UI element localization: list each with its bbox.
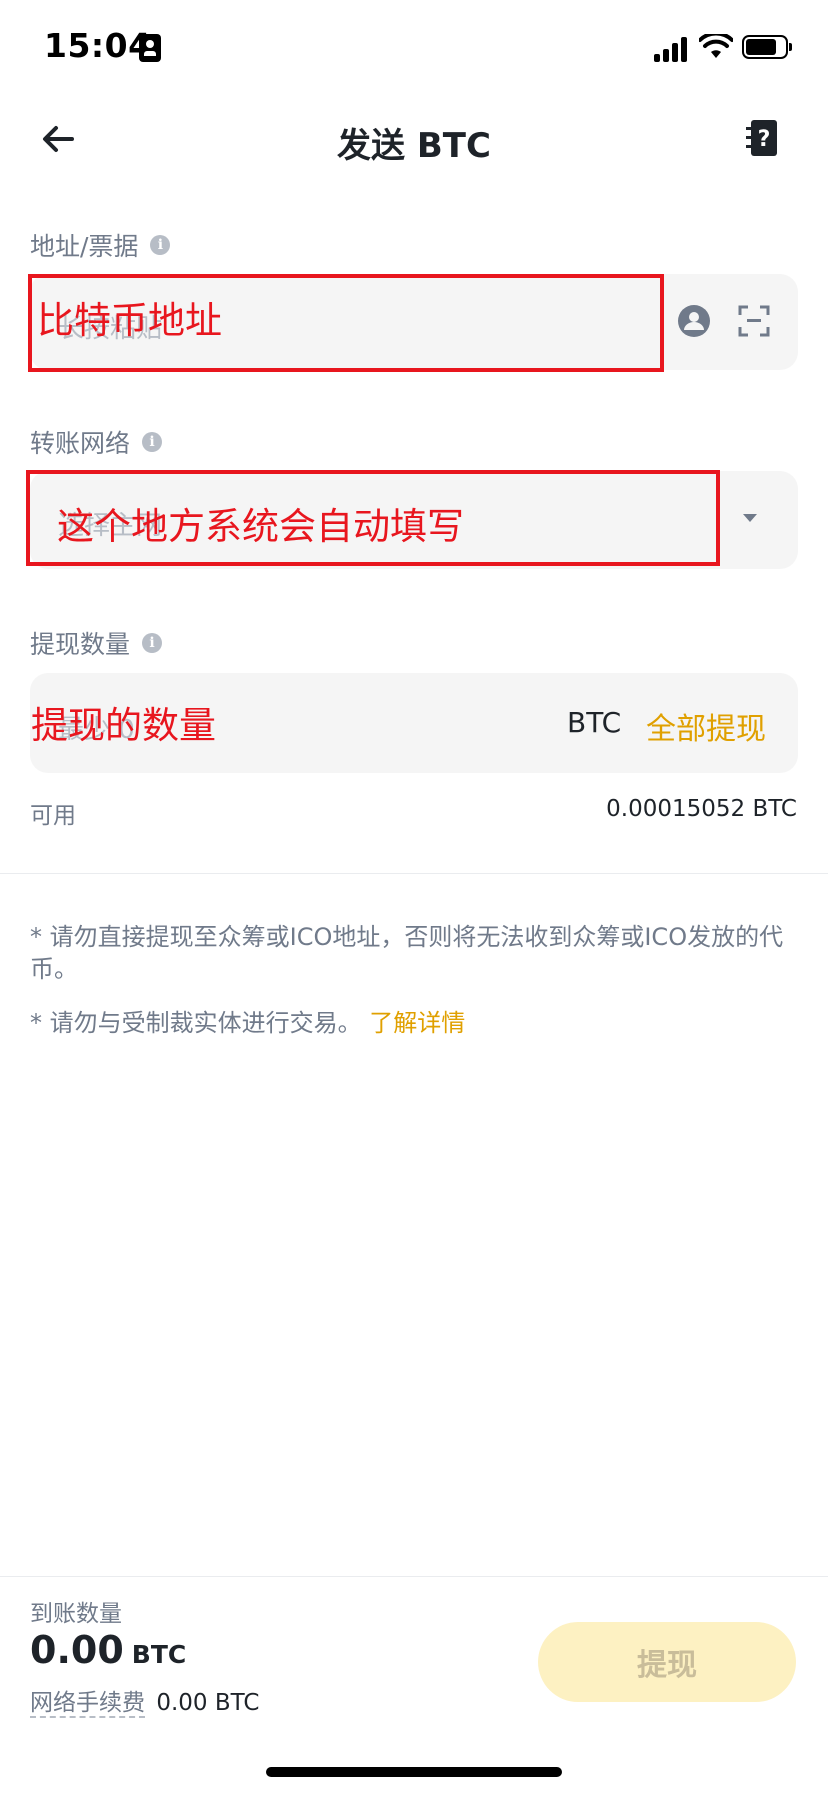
receive-amount: 0.00 (30, 1628, 124, 1672)
scan-icon[interactable] (738, 305, 770, 337)
network-label: 转账网络 (30, 429, 131, 458)
contact-card-icon (139, 34, 161, 62)
max-button[interactable]: 全部提现 (646, 704, 766, 748)
info-icon[interactable]: i (142, 432, 163, 452)
receive-unit: BTC (131, 1640, 187, 1669)
status-time: 15:04 (44, 26, 152, 65)
network-annotation: 这个地方系统会自动填写 (57, 505, 464, 548)
fee-label[interactable]: 网络手续费 (30, 1690, 145, 1718)
contact-icon[interactable] (676, 303, 712, 339)
learn-more-link[interactable]: 了解详情 (369, 1009, 465, 1037)
divider (0, 873, 828, 874)
address-label-row: 地址/票据 i (30, 227, 171, 263)
amount-label-row: 提现数量 i (30, 625, 163, 661)
battery-icon (742, 35, 792, 59)
receive-label: 到账数量 (30, 1601, 122, 1627)
chevron-down-icon (743, 514, 757, 522)
network-label-row: 转账网络 i (30, 424, 163, 460)
available-value: 0.00015052 BTC (606, 796, 797, 822)
fee-row: 网络手续费 0.00 BTC (30, 1683, 260, 1718)
amount-unit: BTC (567, 706, 622, 739)
receive-amount-row: 0.00 BTC (30, 1628, 186, 1672)
address-label: 地址/票据 (30, 232, 139, 261)
amount-label: 提现数量 (30, 630, 131, 659)
page-title: 发送 BTC (337, 126, 491, 166)
notice-sanctions-text: * 请勿与受制裁实体进行交易。 (30, 1009, 362, 1037)
info-icon[interactable]: i (142, 633, 163, 653)
address-annotation: 比特币地址 (37, 299, 222, 342)
home-indicator (266, 1767, 562, 1777)
cellular-signal-icon (654, 36, 688, 62)
info-icon[interactable]: i (150, 235, 171, 255)
address-book-icon[interactable]: ? (746, 118, 782, 158)
notice-sanctions: * 请勿与受制裁实体进行交易。 了解详情 (30, 1007, 790, 1039)
notice-ico: * 请勿直接提现至众筹或ICO地址，否则将无法收到众筹或ICO发放的代币。 (30, 923, 784, 983)
svg-text:?: ? (758, 127, 771, 152)
available-label: 可用 (30, 803, 76, 829)
amount-annotation: 提现的数量 (31, 704, 216, 747)
withdraw-button-label: 提现 (637, 1648, 697, 1683)
withdraw-button[interactable]: 提现 (538, 1622, 796, 1702)
wifi-icon (699, 34, 733, 58)
fee-value: 0.00 BTC (156, 1690, 260, 1716)
